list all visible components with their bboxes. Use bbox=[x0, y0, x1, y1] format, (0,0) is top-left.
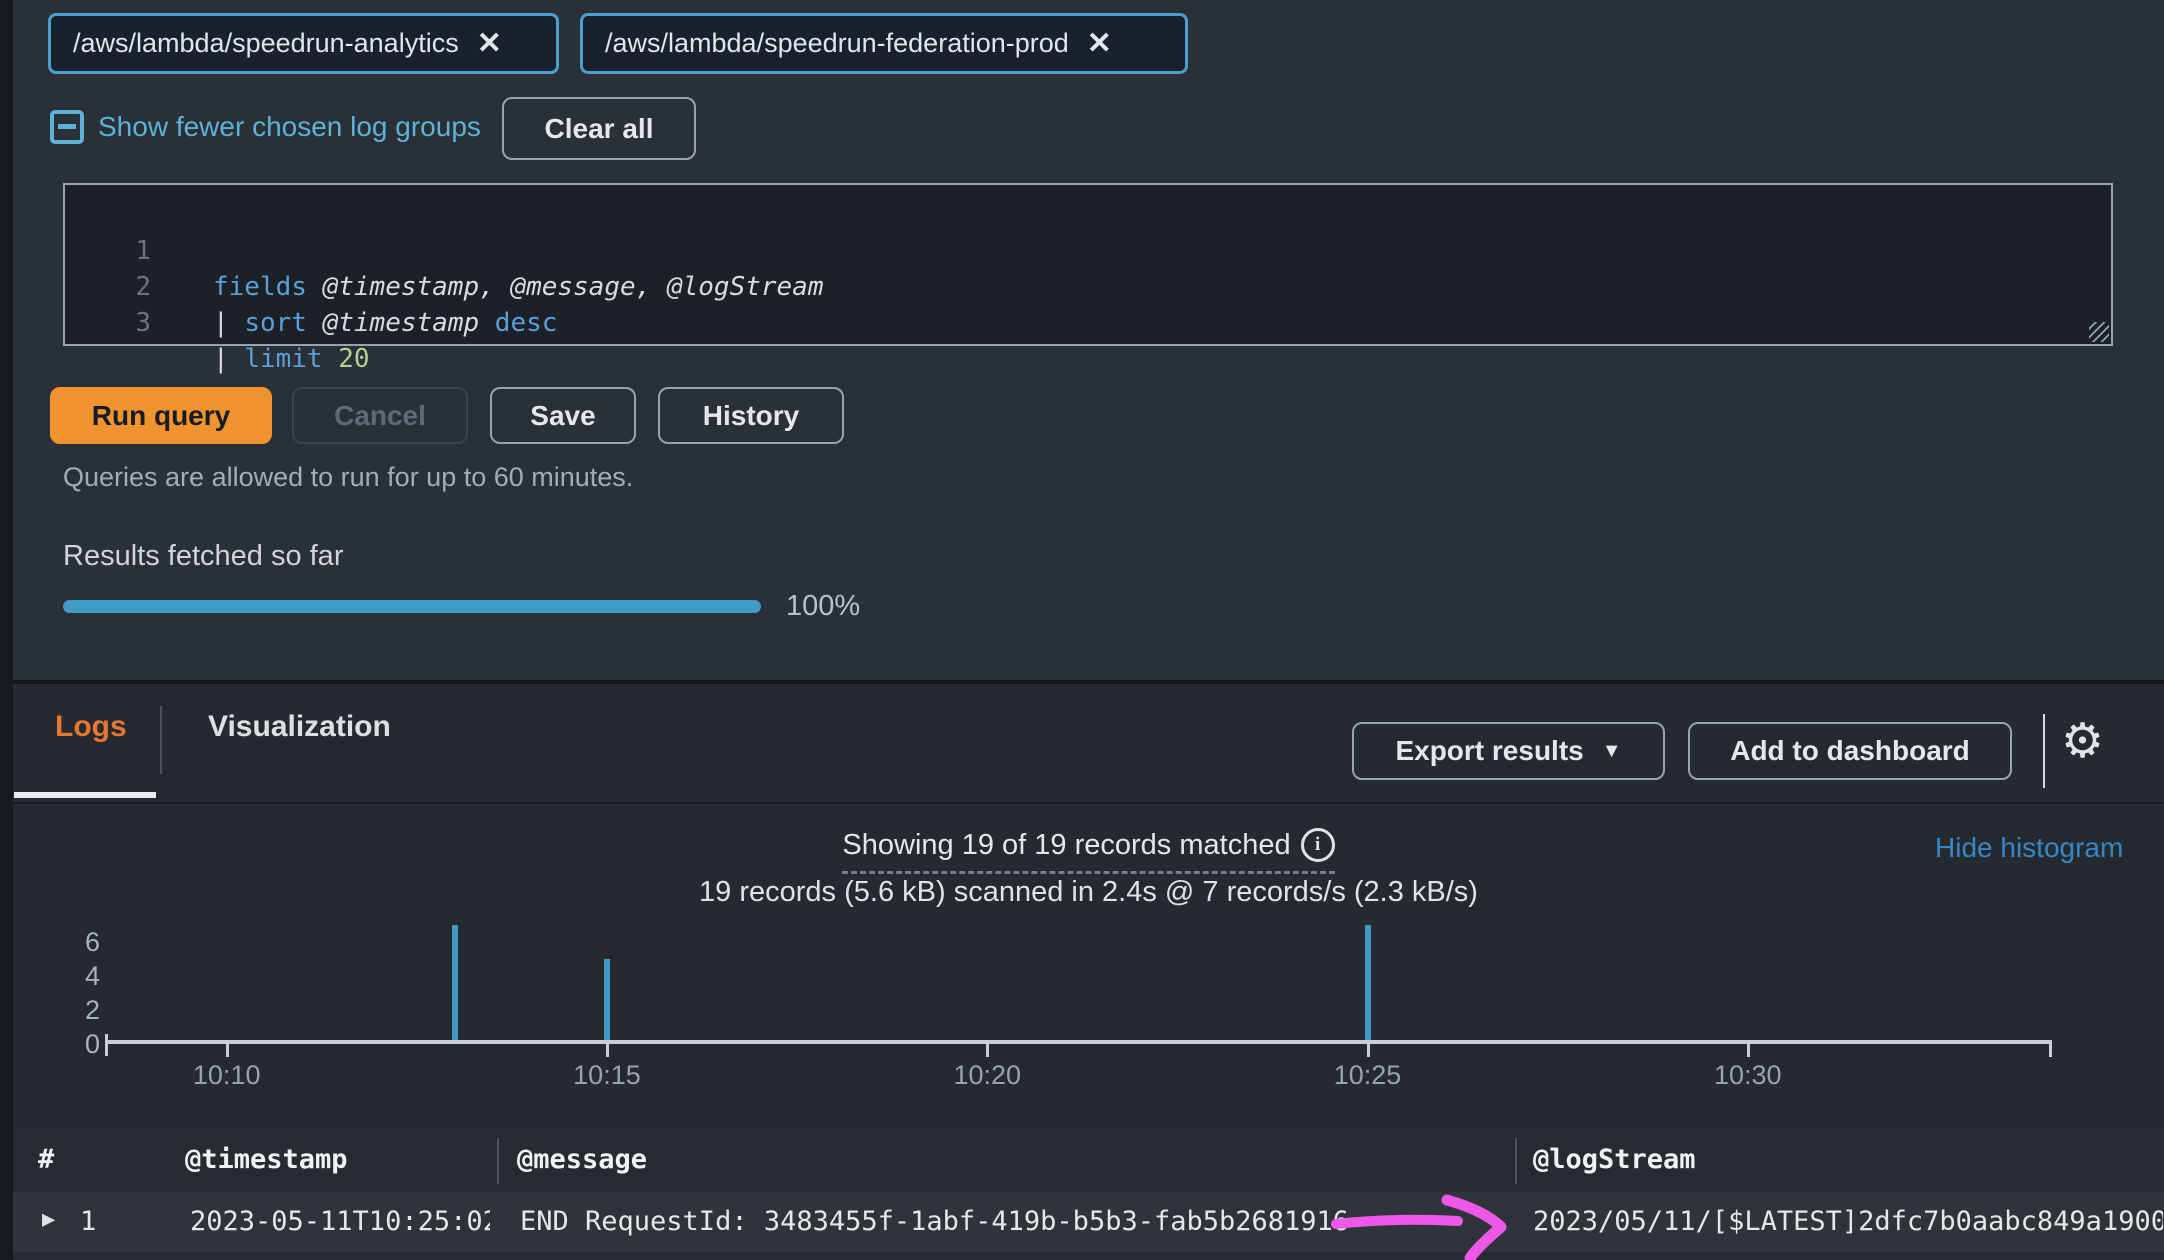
query-line: 3 | limit 20 bbox=[65, 269, 2111, 305]
histogram-plot bbox=[105, 925, 2052, 1044]
column-divider[interactable] bbox=[497, 1138, 499, 1184]
column-header-logstream[interactable]: @logStream bbox=[1533, 1144, 1696, 1175]
x-tick bbox=[986, 1044, 989, 1057]
y-tick-label: 2 bbox=[60, 994, 100, 1026]
tab-visualization[interactable]: Visualization bbox=[208, 710, 391, 744]
log-group-chip[interactable]: /aws/lambda/speedrun-analytics ✕ bbox=[48, 13, 559, 74]
hide-histogram-link[interactable]: Hide histogram bbox=[1935, 832, 2123, 864]
x-tick-label: 10:25 bbox=[1334, 1060, 1402, 1091]
y-tick-label: 0 bbox=[60, 1028, 100, 1060]
x-tick-label: 10:30 bbox=[1714, 1060, 1782, 1091]
column-header-timestamp[interactable]: @timestamp bbox=[185, 1144, 348, 1175]
info-icon[interactable]: i bbox=[1301, 828, 1335, 862]
axis-left-cap bbox=[105, 1034, 108, 1056]
histogram-bar bbox=[452, 925, 458, 1044]
header-divider bbox=[2043, 714, 2045, 788]
save-button[interactable]: Save bbox=[490, 387, 636, 444]
column-header-message[interactable]: @message bbox=[517, 1144, 647, 1175]
remove-log-group-icon[interactable]: ✕ bbox=[1087, 29, 1112, 59]
show-fewer-log-groups-link[interactable]: Show fewer chosen log groups bbox=[50, 110, 481, 144]
query-line: 2 | sort @timestamp desc bbox=[65, 233, 2111, 269]
table-row[interactable]: ▶ 1 2023-05-11T10:25:02.… END RequestId:… bbox=[13, 1192, 2164, 1252]
records-matched-summary: Showing 19 of 19 records matched i bbox=[842, 828, 1334, 874]
log-group-name: /aws/lambda/speedrun-federation-prod bbox=[605, 28, 1069, 59]
show-fewer-label: Show fewer chosen log groups bbox=[98, 111, 481, 143]
minus-square-icon bbox=[50, 110, 84, 144]
tab-logs[interactable]: Logs bbox=[55, 710, 127, 744]
histogram-x-axis bbox=[105, 1040, 2052, 1044]
next-row-edge bbox=[13, 1252, 2164, 1260]
caret-down-icon: ▼ bbox=[1602, 740, 1622, 763]
x-tick bbox=[226, 1044, 229, 1057]
query-editor[interactable]: 1 fields @timestamp, @message, @logStrea… bbox=[63, 183, 2113, 346]
log-group-name: /aws/lambda/speedrun-analytics bbox=[73, 28, 459, 59]
histogram-bar bbox=[604, 959, 610, 1044]
progress-percent: 100% bbox=[786, 590, 860, 623]
y-tick-label: 4 bbox=[60, 960, 100, 992]
query-code: | sort @timestamp desc bbox=[213, 305, 557, 341]
row-timestamp: 2023-05-11T10:25:02.… bbox=[190, 1206, 490, 1237]
records-matched-wrap: Showing 19 of 19 records matched i bbox=[13, 828, 2164, 874]
tab-divider bbox=[160, 706, 162, 774]
query-code: | limit 20 bbox=[213, 341, 370, 377]
cancel-button[interactable]: Cancel bbox=[292, 387, 468, 444]
gear-icon[interactable]: ⚙ bbox=[2061, 718, 2104, 766]
run-query-button[interactable]: Run query bbox=[50, 387, 272, 444]
expand-row-icon[interactable]: ▶ bbox=[42, 1207, 55, 1232]
export-results-label: Export results bbox=[1395, 735, 1583, 767]
scan-stats-text: 19 records (5.6 kB) scanned in 2.4s @ 7 … bbox=[13, 876, 2164, 909]
x-tick bbox=[606, 1044, 609, 1057]
row-index: 1 bbox=[80, 1206, 96, 1237]
query-line: 1 fields @timestamp, @message, @logStrea… bbox=[65, 197, 2111, 233]
records-matched-text: Showing 19 of 19 records matched bbox=[842, 829, 1290, 862]
log-group-chip[interactable]: /aws/lambda/speedrun-federation-prod ✕ bbox=[580, 13, 1188, 74]
row-message: END RequestId: 3483455f-1abf-419b-b5b3-f… bbox=[520, 1206, 1500, 1237]
table-header: # @timestamp @message @logStream bbox=[13, 1128, 2164, 1192]
axis-right-cap bbox=[2049, 1040, 2052, 1057]
x-tick bbox=[1367, 1044, 1370, 1057]
active-tab-indicator bbox=[14, 792, 156, 798]
column-divider[interactable] bbox=[1515, 1138, 1517, 1184]
remove-log-group-icon[interactable]: ✕ bbox=[477, 29, 502, 59]
x-tick bbox=[1747, 1044, 1750, 1057]
x-tick-label: 10:10 bbox=[193, 1060, 261, 1091]
x-tick-label: 10:20 bbox=[953, 1060, 1021, 1091]
row-logstream: 2023/05/11/[$LATEST]2dfc7b0aabc849a19002… bbox=[1533, 1206, 2163, 1237]
clear-all-button[interactable]: Clear all bbox=[502, 97, 696, 160]
history-button[interactable]: History bbox=[658, 387, 844, 444]
column-header-index[interactable]: # bbox=[38, 1144, 54, 1175]
tabs-separator bbox=[13, 802, 2164, 804]
progress-label: Results fetched so far bbox=[63, 540, 343, 573]
progress-bar-fill bbox=[63, 600, 761, 613]
cloudwatch-logs-insights-page: /aws/lambda/speedrun-analytics ✕ /aws/la… bbox=[0, 0, 2164, 1260]
export-results-button[interactable]: Export results ▼ bbox=[1352, 722, 1665, 780]
add-to-dashboard-button[interactable]: Add to dashboard bbox=[1688, 722, 2012, 780]
query-duration-note: Queries are allowed to run for up to 60 … bbox=[63, 462, 633, 493]
histogram-bar bbox=[1365, 925, 1371, 1044]
line-number: 3 bbox=[101, 305, 151, 341]
editor-resize-grip-icon[interactable] bbox=[2089, 322, 2109, 342]
x-tick-label: 10:15 bbox=[573, 1060, 641, 1091]
y-tick-label: 6 bbox=[60, 926, 100, 958]
progress-bar bbox=[63, 600, 761, 613]
